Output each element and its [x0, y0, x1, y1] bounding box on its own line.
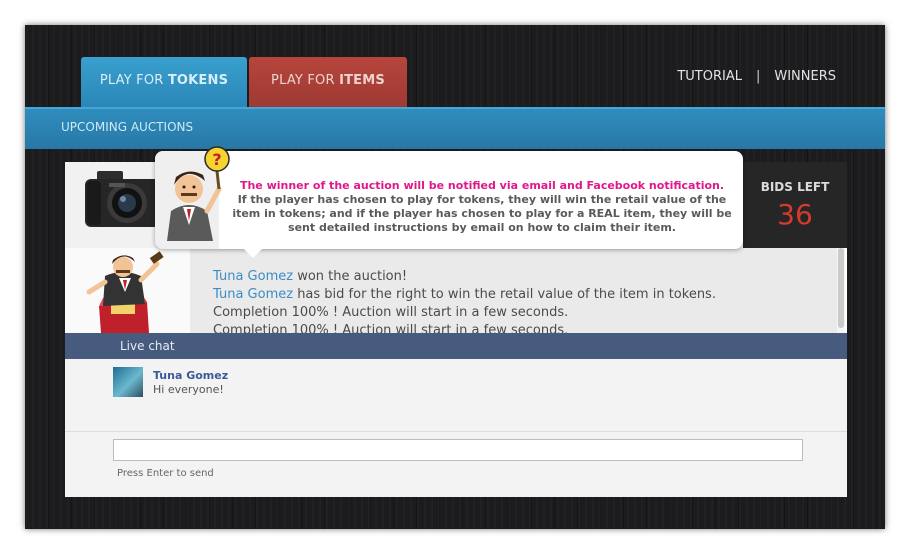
chat-username[interactable]: Tuna Gomez: [153, 369, 228, 382]
nav-separator: |: [755, 69, 761, 84]
section-title: UPCOMING AUCTIONS: [61, 120, 194, 134]
feed-scroll-thumb[interactable]: [838, 248, 844, 328]
chat-input[interactable]: [113, 439, 803, 461]
tab-play-for-items[interactable]: PLAY FOR ITEMS: [249, 57, 407, 107]
feed-scrollbar[interactable]: [837, 248, 845, 333]
feed-username[interactable]: Tuna Gomez: [213, 287, 293, 302]
user-avatar[interactable]: [113, 367, 143, 397]
chat-send-hint: Press Enter to send: [117, 468, 214, 479]
feed-text: Completion 100% ! Auction will start in …: [213, 323, 569, 333]
tab-tokens-strong: TOKENS: [167, 73, 229, 88]
winner-info-tooltip: ? The winner of the auction will be noti…: [155, 146, 743, 258]
live-chat-title: Live chat: [120, 339, 175, 353]
tooltip-pointer: [243, 248, 263, 258]
bids-left-box: BIDS LEFT 36: [743, 162, 847, 248]
winners-link[interactable]: WINNERS: [774, 69, 836, 84]
auctioneer-illustration: [65, 248, 190, 333]
section-bar: UPCOMING AUCTIONS: [25, 107, 885, 149]
activity-feed: Tuna Gomez won the auction! Tuna Gomez h…: [190, 248, 838, 333]
camera-icon: [85, 171, 161, 227]
chat-divider: [65, 431, 847, 432]
feed-item: Tuna Gomez won the auction!: [213, 269, 407, 284]
feed-item: Tuna Gomez has bid for the right to win …: [213, 287, 716, 302]
tooltip-headline: The winner of the auction will be notifi…: [239, 179, 725, 192]
bids-left-count: 36: [777, 198, 813, 231]
tutorial-link[interactable]: TUTORIAL: [677, 69, 742, 84]
auctioneer-with-gavel-icon: [86, 251, 164, 333]
tab-tokens-prefix: PLAY FOR: [99, 73, 168, 88]
tab-items-strong: ITEMS: [339, 73, 385, 88]
live-chat-body: Tuna Gomez Hi everyone! Press Enter to s…: [65, 359, 847, 497]
top-nav: TUTORIAL | WINNERS: [677, 69, 836, 84]
tooltip-text: The winner of the auction will be notifi…: [227, 179, 737, 235]
feed-item: Completion 100% ! Auction will start in …: [213, 323, 568, 333]
feed-text: has bid for the right to win the retail …: [293, 287, 716, 302]
app-frame: PLAY FOR TOKENS PLAY FOR ITEMS TUTORIAL |…: [25, 25, 885, 529]
activity-area: Tuna Gomez won the auction! Tuna Gomez h…: [65, 248, 847, 333]
feed-text: won the auction!: [293, 269, 408, 284]
feed-item: Completion 100% ! Auction will start in …: [213, 305, 568, 320]
svg-text:?: ?: [212, 150, 221, 169]
host-with-question-sign-icon: ?: [167, 146, 230, 241]
tooltip-body: If the player has chosen to play for tok…: [232, 193, 732, 234]
tab-items-prefix: PLAY FOR: [271, 73, 340, 88]
tab-play-for-tokens[interactable]: PLAY FOR TOKENS: [81, 57, 247, 107]
chat-message-text: Hi everyone!: [153, 383, 224, 396]
bids-left-label: BIDS LEFT: [760, 180, 830, 194]
feed-text: Completion 100% ! Auction will start in …: [213, 305, 569, 320]
feed-username[interactable]: Tuna Gomez: [213, 269, 293, 284]
live-chat-header: Live chat: [65, 333, 847, 359]
